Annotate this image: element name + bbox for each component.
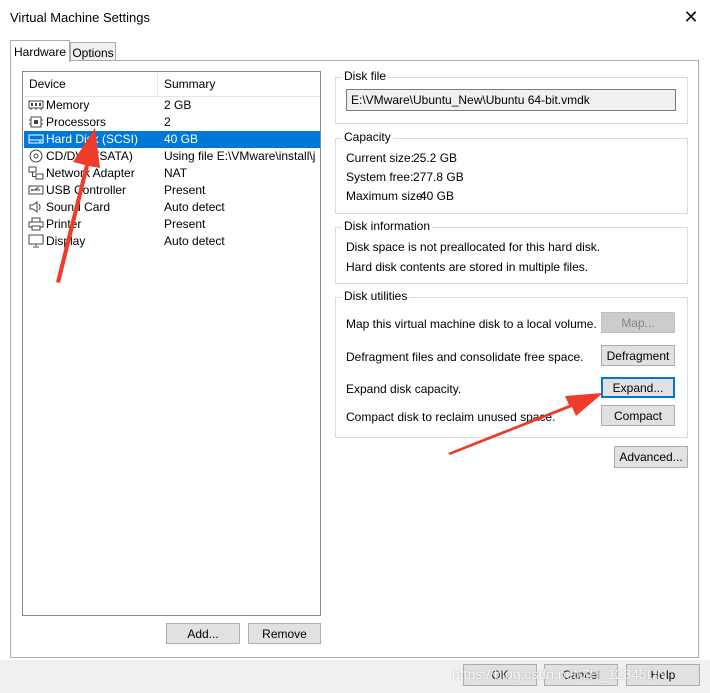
printer-icon bbox=[28, 217, 44, 231]
usb-icon bbox=[28, 185, 44, 195]
device-name: Network Adapter bbox=[46, 166, 135, 180]
close-icon[interactable]: ✕ bbox=[676, 4, 706, 30]
device-row-hard-disk[interactable]: Hard Disk (SCSI) 40 GB bbox=[24, 131, 320, 148]
device-summary: Present bbox=[164, 183, 206, 197]
device-summary: Auto detect bbox=[164, 200, 225, 214]
current-size-label: Current size: bbox=[346, 151, 415, 165]
disk-information-group: Disk information Disk space is not preal… bbox=[335, 219, 688, 284]
device-name: Processors bbox=[46, 115, 107, 129]
device-summary: Using file E:\VMware\install\ji... bbox=[164, 149, 316, 163]
disk-file-path: E:\VMware\Ubuntu_New\Ubuntu 64-bit.vmdk bbox=[346, 89, 676, 111]
column-header-summary[interactable]: Summary bbox=[158, 72, 320, 96]
device-summary: 2 bbox=[164, 115, 171, 129]
device-row-printer[interactable]: Printer Present bbox=[24, 216, 320, 233]
device-name: Display bbox=[46, 234, 86, 248]
memory-icon bbox=[28, 100, 44, 110]
expand-description: Expand disk capacity. bbox=[346, 382, 462, 396]
device-summary: Auto detect bbox=[164, 234, 225, 248]
device-row-display[interactable]: Display Auto detect bbox=[24, 233, 320, 250]
disk-info-line-1: Disk space is not preallocated for this … bbox=[346, 240, 601, 254]
map-description: Map this virtual machine disk to a local… bbox=[346, 317, 597, 331]
device-row-usb-controller[interactable]: USB Controller Present bbox=[24, 182, 320, 199]
device-name: CD/DVD (SATA) bbox=[46, 149, 133, 163]
remove-button[interactable]: Remove bbox=[248, 623, 321, 644]
device-name: Hard Disk (SCSI) bbox=[46, 132, 139, 146]
processor-icon bbox=[29, 116, 43, 128]
group-label: Disk information bbox=[342, 219, 433, 233]
device-summary: 2 GB bbox=[164, 98, 192, 112]
group-label: Disk file bbox=[342, 69, 389, 83]
monitor-icon bbox=[28, 234, 44, 248]
device-name: USB Controller bbox=[46, 183, 127, 197]
speaker-icon bbox=[29, 201, 41, 213]
tab-hardware[interactable]: Hardware bbox=[10, 40, 70, 62]
device-row-cd-dvd[interactable]: CD/DVD (SATA) Using file E:\VMware\insta… bbox=[24, 148, 320, 165]
watermark-text: https://blog.csdn.net/ZH_12345DN bbox=[452, 666, 667, 682]
hard-disk-icon bbox=[28, 134, 44, 144]
device-row-sound-card[interactable]: Sound Card Auto detect bbox=[24, 199, 320, 216]
advanced-button[interactable]: Advanced... bbox=[614, 446, 688, 468]
device-summary: 40 GB bbox=[164, 132, 199, 146]
defragment-button[interactable]: Defragment bbox=[601, 345, 675, 366]
system-free-label: System free: bbox=[346, 170, 414, 184]
disk-info-line-2: Hard disk contents are stored in multipl… bbox=[346, 260, 589, 274]
group-label: Capacity bbox=[342, 130, 393, 144]
title-bar: Virtual Machine Settings ✕ bbox=[0, 0, 710, 34]
compact-button[interactable]: Compact bbox=[601, 405, 675, 426]
device-row-processors[interactable]: Processors 2 bbox=[24, 114, 320, 131]
compact-description: Compact disk to reclaim unused space. bbox=[346, 410, 556, 424]
expand-button[interactable]: Expand... bbox=[601, 377, 675, 398]
device-name: Memory bbox=[46, 98, 90, 112]
window-title: Virtual Machine Settings bbox=[10, 10, 150, 25]
maximum-size-label: Maximum size: bbox=[346, 189, 427, 203]
device-name: Sound Card bbox=[46, 200, 111, 214]
add-button[interactable]: Add... bbox=[166, 623, 240, 644]
system-free-value: 277.8 GB bbox=[413, 170, 464, 184]
device-row-network-adapter[interactable]: Network Adapter NAT bbox=[24, 165, 320, 182]
network-adapter-icon bbox=[28, 166, 44, 180]
column-header-device[interactable]: Device bbox=[23, 72, 158, 96]
device-row-memory[interactable]: Memory 2 GB bbox=[24, 97, 320, 114]
device-summary: Present bbox=[164, 217, 206, 231]
group-label: Disk utilities bbox=[342, 289, 410, 303]
maximum-size-value: 40 GB bbox=[420, 189, 455, 203]
device-name: Printer bbox=[46, 217, 82, 231]
list-header: Device Summary bbox=[23, 72, 320, 97]
defragment-description: Defragment files and consolidate free sp… bbox=[346, 350, 584, 364]
device-list[interactable]: Device Summary Memory 2 GB Processors 2 … bbox=[22, 71, 321, 616]
current-size-value: 25.2 GB bbox=[413, 151, 458, 165]
map-button[interactable]: Map... bbox=[601, 312, 675, 333]
cd-dvd-icon bbox=[29, 149, 43, 163]
tab-options[interactable]: Options bbox=[70, 42, 116, 62]
device-summary: NAT bbox=[164, 166, 188, 180]
capacity-group: Capacity Current size: 25.2 GB System fr… bbox=[335, 130, 688, 214]
